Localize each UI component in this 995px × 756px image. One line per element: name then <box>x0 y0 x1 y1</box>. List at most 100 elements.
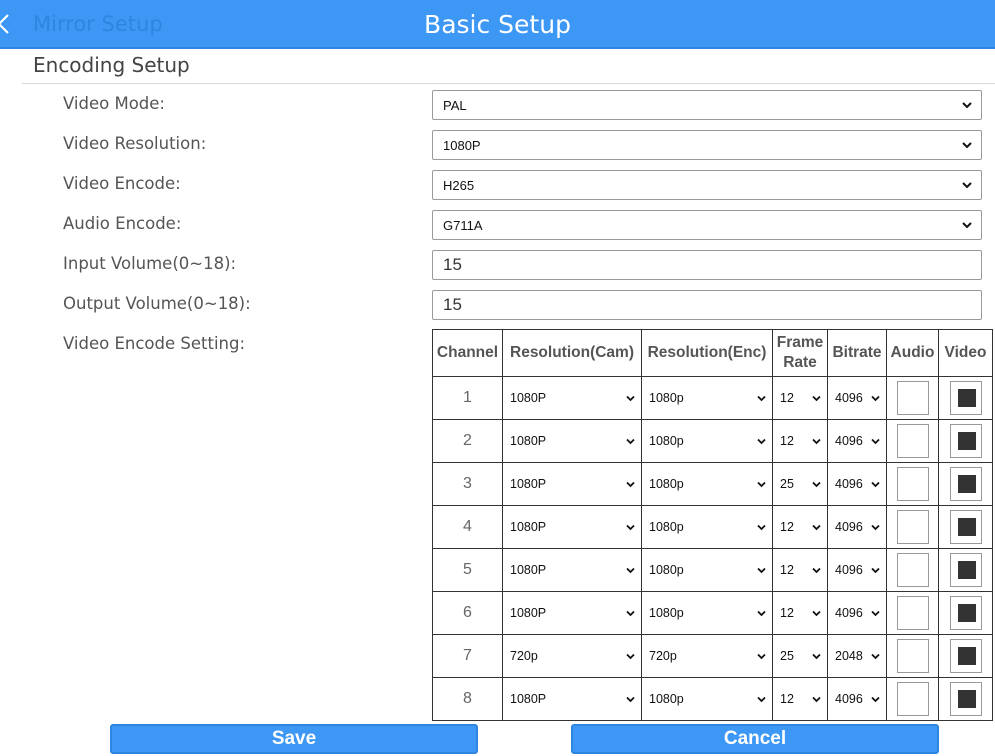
video-checkbox[interactable] <box>949 682 982 716</box>
audio-encode-label: Audio Encode: <box>63 214 182 233</box>
frame-rate-select[interactable]: 12 <box>776 557 824 584</box>
video-encode-setting-label: Video Encode Setting: <box>63 334 246 353</box>
video-checkbox[interactable] <box>949 381 982 415</box>
resolution-cam-select[interactable]: 720p <box>506 643 638 670</box>
video-checkbox[interactable] <box>949 596 982 630</box>
table-row: 2 1080P 1080p 12 4096 <box>432 419 993 463</box>
video-cell <box>938 548 993 592</box>
resolution-cam-select[interactable]: 1080P <box>506 428 638 455</box>
resolution-enc-select[interactable]: 1080p <box>645 385 769 412</box>
channel-number: 7 <box>432 634 503 678</box>
bitrate-select[interactable]: 4096 <box>831 557 883 584</box>
chevron-down-icon <box>812 696 821 702</box>
chevron-down-icon <box>626 653 635 659</box>
chevron-down-icon <box>626 610 635 616</box>
video-checkbox[interactable] <box>949 510 982 544</box>
audio-checkbox[interactable] <box>896 596 929 630</box>
resolution-enc-select[interactable]: 1080p <box>645 471 769 498</box>
input-volume-value: 15 <box>443 255 462 274</box>
video-encode-select[interactable]: H265 <box>432 170 982 200</box>
frame-rate-select[interactable]: 12 <box>776 600 824 627</box>
bitrate-select[interactable]: 4096 <box>831 600 883 627</box>
chevron-down-icon <box>757 653 766 659</box>
bitrate-cell: 4096 <box>827 376 887 420</box>
audio-checkbox[interactable] <box>896 682 929 716</box>
resolution-cam-value: 1080P <box>510 390 547 405</box>
frame-rate-select[interactable]: 25 <box>776 643 824 670</box>
save-button[interactable]: Save <box>110 724 478 754</box>
resolution-cam-select[interactable]: 1080P <box>506 686 638 713</box>
bitrate-select[interactable]: 4096 <box>831 385 883 412</box>
resolution-cam-select[interactable]: 1080P <box>506 385 638 412</box>
bitrate-cell: 4096 <box>827 462 887 506</box>
chevron-down-icon <box>871 696 880 702</box>
video-checkbox[interactable] <box>949 467 982 501</box>
header-frame: Frame <box>776 334 824 351</box>
audio-checkbox[interactable] <box>896 510 929 544</box>
bitrate-select[interactable]: 4096 <box>831 471 883 498</box>
video-cell <box>938 591 993 635</box>
bitrate-select[interactable]: 4096 <box>831 686 883 713</box>
audio-checkbox[interactable] <box>896 639 929 673</box>
bitrate-select[interactable]: 4096 <box>831 514 883 541</box>
audio-checkbox[interactable] <box>896 424 929 458</box>
resolution-cam-select[interactable]: 1080P <box>506 600 638 627</box>
resolution-cam-select[interactable]: 1080P <box>506 471 638 498</box>
resolution-cam-select[interactable]: 1080P <box>506 557 638 584</box>
resolution-cam-select[interactable]: 1080P <box>506 514 638 541</box>
frame-rate-value: 12 <box>780 562 794 577</box>
frame-rate-select[interactable]: 12 <box>776 514 824 541</box>
resolution-enc-cell: 1080p <box>641 419 773 463</box>
resolution-cam-cell: 1080P <box>502 505 642 549</box>
chevron-down-icon <box>871 438 880 444</box>
header-frame-rate: Frame Rate <box>772 329 828 377</box>
resolution-enc-select[interactable]: 1080p <box>645 600 769 627</box>
audio-checkbox[interactable] <box>896 467 929 501</box>
chevron-down-icon <box>626 481 635 487</box>
resolution-enc-select[interactable]: 1080p <box>645 514 769 541</box>
bitrate-select[interactable]: 4096 <box>831 428 883 455</box>
chevron-down-icon <box>871 481 880 487</box>
resolution-enc-value: 1080p <box>649 476 684 491</box>
audio-cell <box>886 591 939 635</box>
video-checkbox[interactable] <box>949 424 982 458</box>
audio-cell <box>886 462 939 506</box>
video-checkbox[interactable] <box>949 553 982 587</box>
bitrate-value: 4096 <box>835 562 863 577</box>
table-row: 6 1080P 1080p 12 4096 <box>432 591 993 635</box>
bitrate-cell: 2048 <box>827 634 887 678</box>
input-volume-label: Input Volume(0~18): <box>63 254 237 273</box>
header-resolution-enc: Resolution(Enc) <box>641 329 773 377</box>
bitrate-select[interactable]: 2048 <box>831 643 883 670</box>
resolution-enc-select[interactable]: 1080p <box>645 428 769 455</box>
channel-number: 4 <box>432 505 503 549</box>
resolution-enc-select[interactable]: 1080p <box>645 557 769 584</box>
audio-checkbox[interactable] <box>896 553 929 587</box>
video-checkbox[interactable] <box>949 639 982 673</box>
input-volume-field[interactable]: 15 <box>432 250 982 280</box>
video-resolution-select[interactable]: 1080P <box>432 130 982 160</box>
resolution-cam-cell: 1080P <box>502 548 642 592</box>
frame-rate-select[interactable]: 25 <box>776 471 824 498</box>
frame-rate-select[interactable]: 12 <box>776 686 824 713</box>
video-encode-label: Video Encode: <box>63 174 181 193</box>
resolution-enc-select[interactable]: 1080p <box>645 686 769 713</box>
video-mode-select[interactable]: PAL <box>432 90 982 120</box>
frame-rate-select[interactable]: 12 <box>776 428 824 455</box>
table-row: 1 1080P 1080p 12 4096 <box>432 376 993 420</box>
audio-checkbox[interactable] <box>896 381 929 415</box>
video-cell <box>938 634 993 678</box>
checked-indicator <box>957 475 976 493</box>
resolution-enc-select[interactable]: 720p <box>645 643 769 670</box>
cancel-button[interactable]: Cancel <box>571 724 939 754</box>
frame-rate-cell: 12 <box>772 419 828 463</box>
output-volume-field[interactable]: 15 <box>432 290 982 320</box>
bitrate-cell: 4096 <box>827 548 887 592</box>
audio-encode-select[interactable]: G711A <box>432 210 982 240</box>
frame-rate-select[interactable]: 12 <box>776 385 824 412</box>
bitrate-cell: 4096 <box>827 419 887 463</box>
resolution-enc-value: 720p <box>649 648 677 663</box>
chevron-down-icon <box>812 610 821 616</box>
resolution-enc-value: 1080p <box>649 433 684 448</box>
checked-indicator <box>957 690 976 708</box>
